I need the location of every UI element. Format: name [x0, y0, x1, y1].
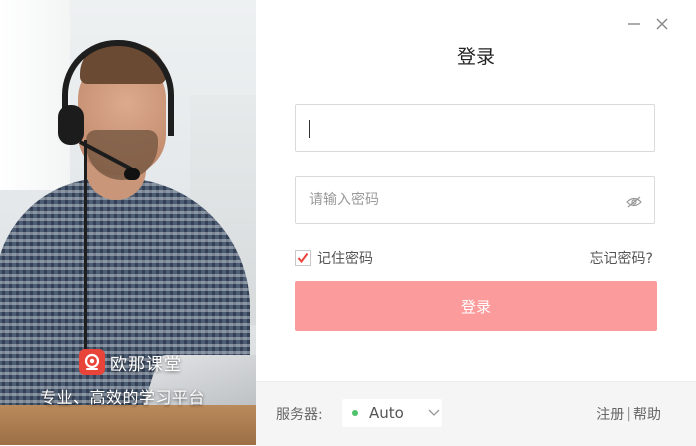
headset-mic [124, 168, 140, 180]
password-input[interactable] [296, 177, 609, 223]
password-field[interactable] [295, 176, 655, 224]
footer-links: 注册 | 帮助 [596, 404, 661, 424]
close-button[interactable] [652, 14, 672, 34]
text-caret [309, 120, 310, 138]
server-label: 服务器: [276, 407, 323, 423]
desk [0, 405, 256, 445]
close-icon [656, 18, 668, 30]
server-value: Auto [369, 404, 404, 422]
login-title: 登录 [456, 46, 495, 68]
forgot-password-link[interactable]: 忘记密码? [560, 248, 653, 268]
server-status-dot [352, 410, 358, 416]
brand-logo-icon [79, 349, 105, 375]
headset-cable [84, 140, 87, 370]
eye-hidden-icon [626, 196, 642, 208]
toggle-password-visibility-button[interactable] [626, 194, 642, 208]
minimize-button[interactable] [624, 14, 644, 34]
background-window [0, 0, 70, 190]
brand: 欧那课堂 [79, 348, 182, 376]
register-link[interactable]: 注册 [596, 404, 624, 424]
username-field[interactable] [295, 104, 655, 152]
checkmark-icon [297, 252, 309, 264]
brand-slogan: 专业、高效的学习平台 [40, 388, 206, 407]
brand-name: 欧那课堂 [110, 354, 182, 375]
username-input[interactable] [296, 105, 609, 151]
remember-password-checkbox[interactable]: 记住密码 [295, 248, 373, 268]
link-separator: | [626, 406, 631, 422]
login-button[interactable]: 登录 [295, 281, 657, 331]
footer-bar: 服务器: Auto 注册 | 帮助 [256, 381, 696, 446]
help-link[interactable]: 帮助 [633, 404, 661, 424]
remember-password-label: 记住密码 [317, 251, 373, 267]
promo-panel: 欧那课堂 专业、高效的学习平台 [0, 0, 256, 445]
server-select[interactable]: Auto [342, 399, 442, 427]
checkbox-box[interactable] [295, 250, 311, 266]
minimize-icon [628, 23, 640, 25]
chevron-down-icon [428, 409, 440, 416]
